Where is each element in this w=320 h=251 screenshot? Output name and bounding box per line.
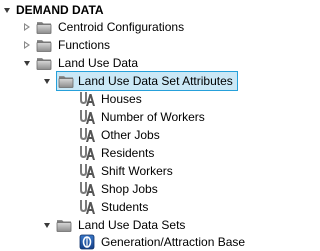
land-use-attribute-icon — [80, 164, 95, 178]
tree-item-other-jobs[interactable]: Other Jobs — [79, 126, 160, 144]
tree-root[interactable]: DEMAND DATA — [2, 1, 104, 19]
land-use-attribute-icon — [80, 128, 95, 142]
generation-attraction-icon — [79, 234, 95, 250]
tree-root-label: DEMAND DATA — [16, 3, 104, 17]
tree-item-land-use-data-set-attributes[interactable]: Land Use Data Set Attributes — [42, 71, 238, 91]
land-use-attribute-icon — [80, 182, 95, 196]
tree-item-label: Other Jobs — [101, 128, 160, 142]
tree-item-centroid-configurations[interactable]: Centroid Configurations — [22, 18, 184, 36]
land-use-attribute-icon — [80, 146, 95, 160]
tree-item-label: Students — [101, 200, 149, 214]
tree-item-label: Number of Workers — [101, 110, 205, 124]
tree-item-label: Shift Workers — [101, 164, 173, 178]
folder-icon — [36, 22, 52, 34]
tree-item-functions[interactable]: Functions — [22, 36, 110, 54]
tree-item-label: Land Use Data Sets — [78, 218, 186, 232]
tree-item-label: Residents — [101, 146, 155, 160]
land-use-attribute-icon — [80, 200, 95, 214]
expand-arrow-icon[interactable] — [22, 18, 32, 36]
folder-icon — [36, 40, 52, 52]
collapse-arrow-icon[interactable] — [42, 72, 52, 90]
tree-item-label: Shop Jobs — [101, 182, 158, 196]
folder-icon — [36, 58, 52, 70]
land-use-attribute-icon — [80, 110, 95, 124]
tree-item-shift-workers[interactable]: Shift Workers — [79, 162, 173, 180]
folder-icon — [58, 76, 74, 88]
tree-item-number-of-workers[interactable]: Number of Workers — [79, 108, 205, 126]
land-use-attribute-icon — [80, 92, 95, 106]
selection-highlight[interactable]: Land Use Data Set Attributes — [56, 71, 238, 91]
collapse-arrow-icon[interactable] — [2, 1, 12, 19]
tree-item-label: Generation/Attraction Base — [101, 235, 246, 249]
tree-item-residents[interactable]: Residents — [79, 144, 154, 162]
tree-item-land-use-data[interactable]: Land Use Data — [22, 54, 138, 72]
tree-item-generation-attraction-base[interactable]: Generation/Attraction Base — [79, 233, 245, 251]
tree-item-label: Functions — [58, 38, 111, 52]
tree-item-houses[interactable]: Houses — [79, 90, 142, 108]
tree-item-students[interactable]: Students — [79, 198, 148, 216]
expand-arrow-icon[interactable] — [22, 36, 32, 54]
tree-item-label: Land Use Data — [58, 56, 139, 70]
collapse-arrow-icon[interactable] — [22, 54, 32, 72]
tree-item-land-use-data-sets[interactable]: Land Use Data Sets — [42, 216, 185, 234]
tree-item-shop-jobs[interactable]: Shop Jobs — [79, 180, 158, 198]
collapse-arrow-icon[interactable] — [42, 216, 52, 234]
tree-item-label: Centroid Configurations — [58, 20, 185, 34]
tree-item-label: Houses — [101, 92, 142, 106]
tree-item-label: Land Use Data Set Attributes — [78, 74, 233, 88]
folder-icon — [56, 220, 72, 232]
